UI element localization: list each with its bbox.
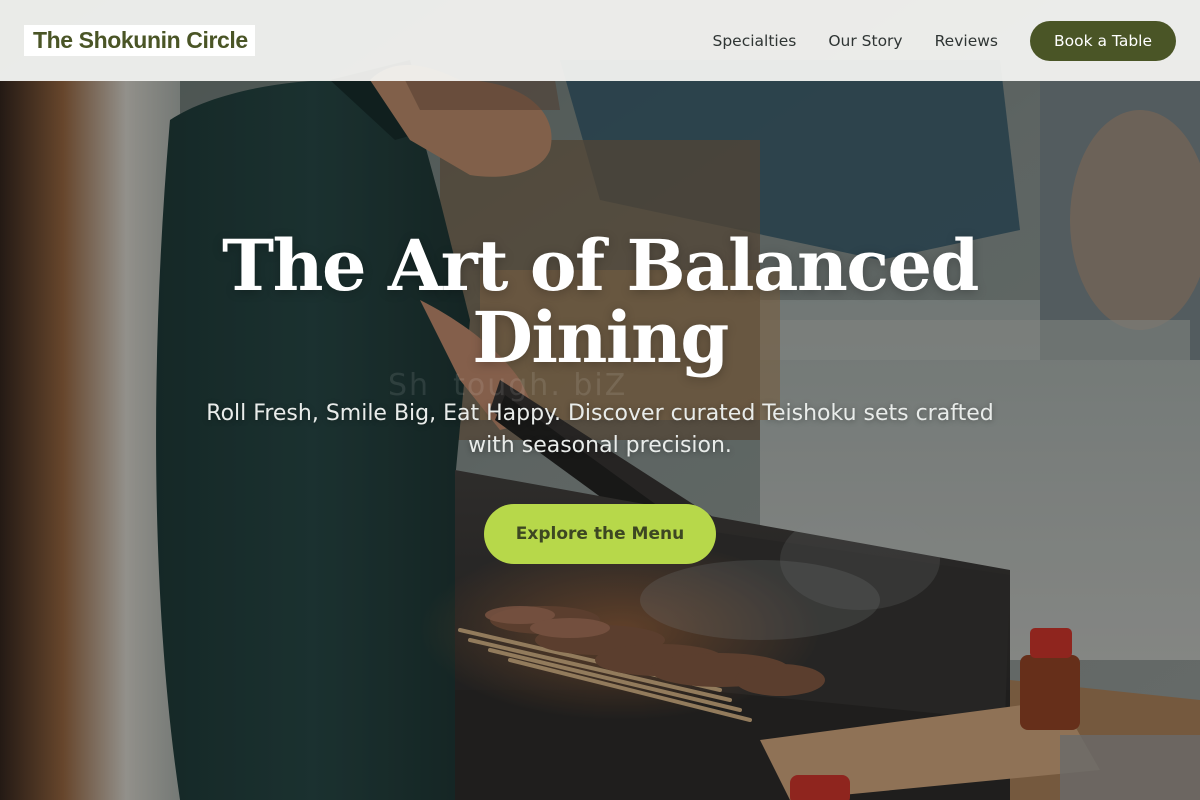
nav-links: Specialties Our Story Reviews Book a Tab…: [712, 20, 1176, 61]
hero-subtitle: Roll Fresh, Smile Big, Eat Happy. Discov…: [206, 401, 994, 458]
brand-logo[interactable]: The Shokunin Circle: [24, 25, 255, 56]
book-table-button[interactable]: Book a Table: [1030, 20, 1176, 61]
hero-content: The Art of Balanced Dining Roll Fresh, S…: [0, 230, 1200, 564]
hero-title: The Art of Balanced Dining: [222, 224, 979, 379]
nav-link-reviews[interactable]: Reviews: [935, 32, 998, 50]
top-navbar: The Shokunin Circle Specialties Our Stor…: [0, 0, 1200, 81]
nav-link-our-story[interactable]: Our Story: [828, 32, 902, 50]
nav-link-specialties[interactable]: Specialties: [712, 32, 796, 50]
explore-menu-button[interactable]: Explore the Menu: [484, 504, 716, 564]
